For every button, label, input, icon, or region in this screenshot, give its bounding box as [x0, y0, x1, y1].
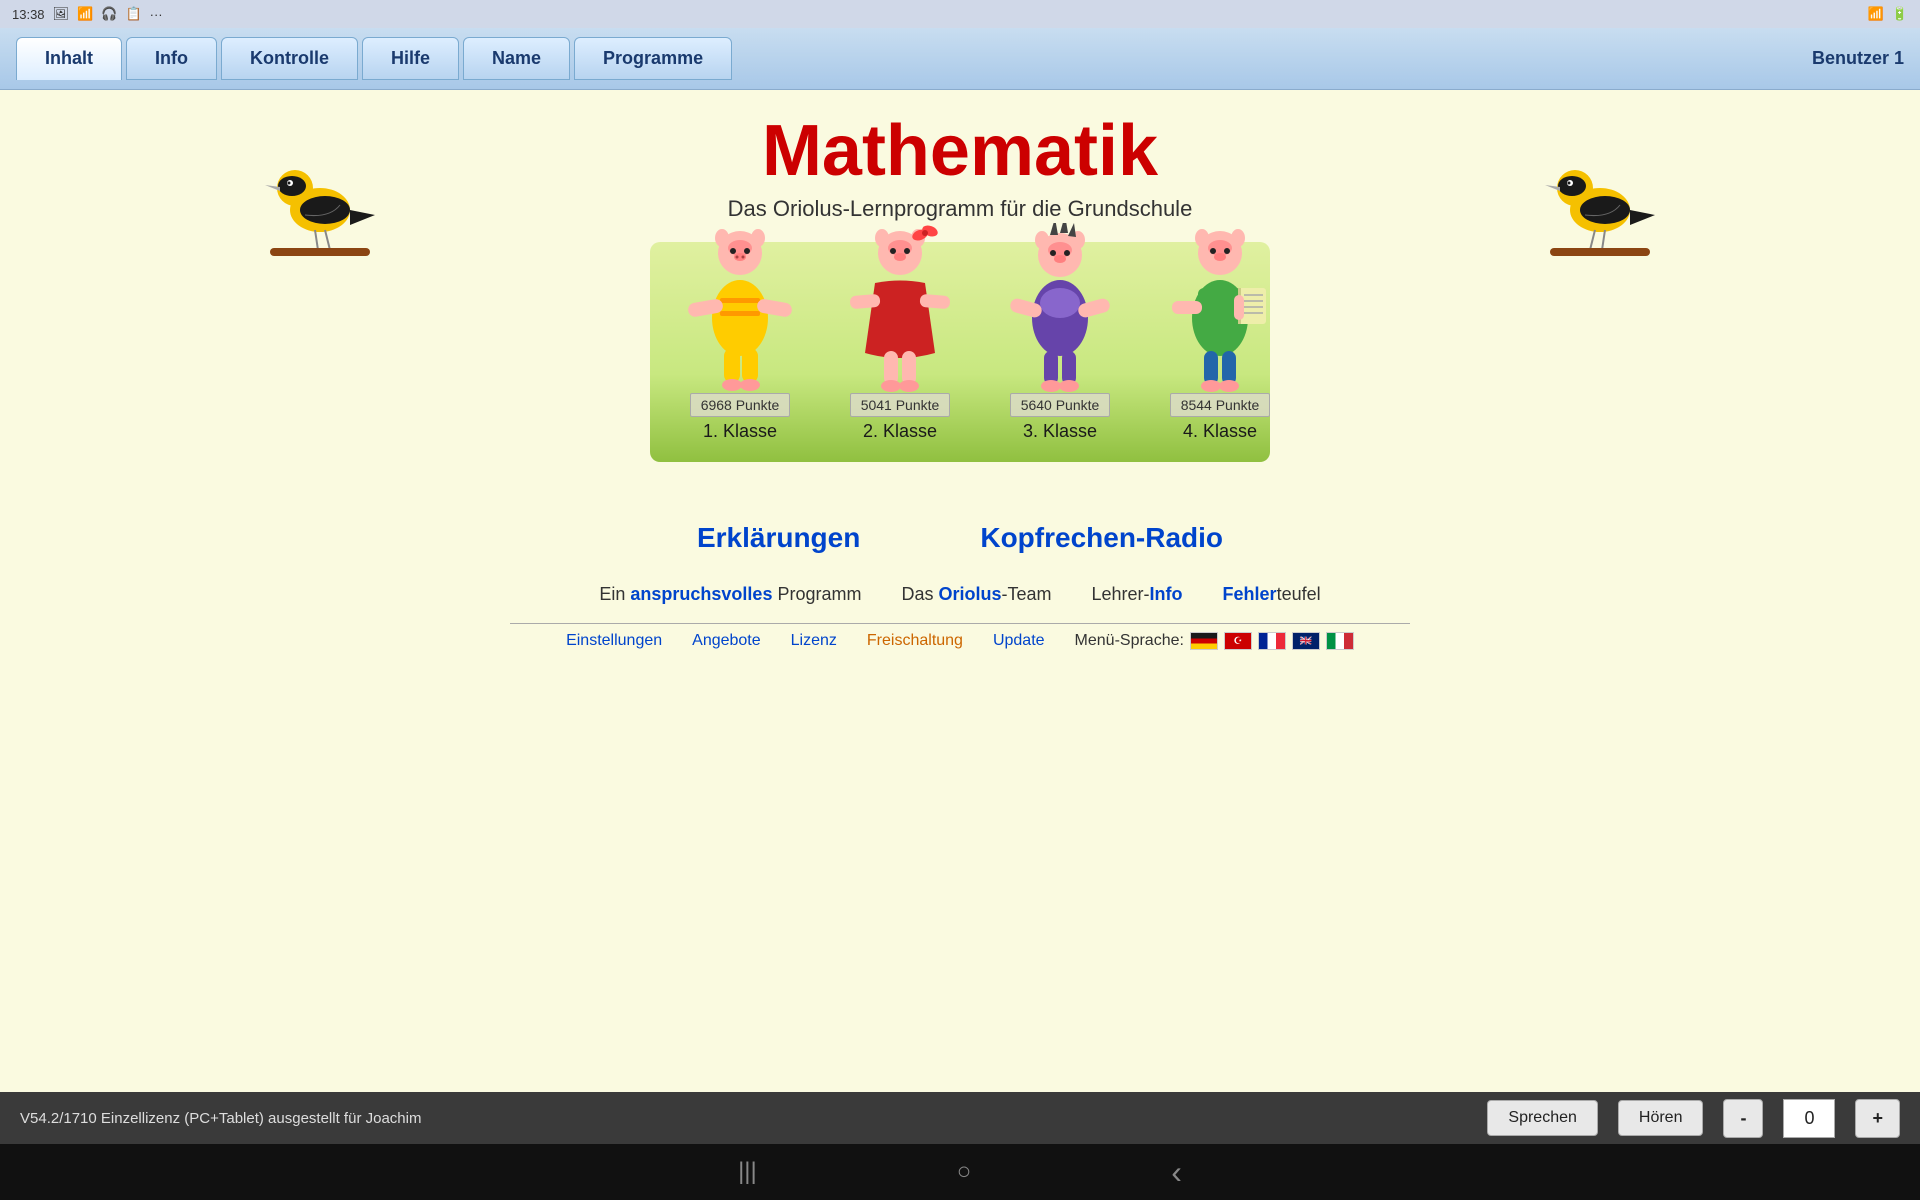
klasse-section: 6968 Punkte 1. Klasse — [650, 242, 1270, 462]
sprechen-button[interactable]: Sprechen — [1487, 1100, 1598, 1136]
klasse-2-item[interactable]: 5041 Punkte 2. Klasse — [820, 213, 980, 452]
klasse-4-punkte: 8544 Punkte — [1170, 393, 1271, 417]
header-section: Mathematik Das Oriolus-Lernprogramm für … — [0, 110, 1920, 222]
klasse-2-punkte: 5041 Punkte — [850, 393, 951, 417]
flag-french[interactable] — [1258, 632, 1286, 650]
nav-tabs: Inhalt Info Kontrolle Hilfe Name Program… — [16, 37, 1812, 80]
klasse-3-label: 3. Klasse — [1023, 421, 1097, 442]
das-text: Das Oriolus-Team — [901, 584, 1051, 605]
status-bar: 13:38 🖼 📶 🎧 📋 ··· 📶 🔋 — [0, 0, 1920, 28]
android-home-btn[interactable]: ○ — [957, 1158, 972, 1186]
oriolus-link[interactable]: Oriolus — [938, 584, 1001, 604]
tab-info[interactable]: Info — [126, 37, 217, 80]
lehrer-info-link[interactable]: Info — [1150, 584, 1183, 604]
freischaltung-link[interactable]: Freischaltung — [867, 632, 963, 650]
tab-kontrolle[interactable]: Kontrolle — [221, 37, 358, 80]
klasse-4-label: 4. Klasse — [1183, 421, 1257, 442]
klasse-3-punkte: 5640 Punkte — [1010, 393, 1111, 417]
app-title: Mathematik — [728, 110, 1193, 192]
user-display: Benutzer 1 — [1812, 48, 1904, 69]
klasse-4-item[interactable]: 8544 Punkte 4. Klasse — [1140, 213, 1300, 452]
settings-bar: Einstellungen Angebote Lizenz Freischalt… — [566, 632, 1354, 650]
divider — [510, 623, 1410, 624]
menu-sprache: Menü-Sprache: ☪ 🇬🇧 — [1075, 632, 1354, 650]
pig-1-svg — [680, 223, 800, 393]
main-content: Mathematik Das Oriolus-Lernprogramm für … — [0, 90, 1920, 1092]
bird-left — [260, 110, 380, 275]
header-text: Mathematik Das Oriolus-Lernprogramm für … — [728, 110, 1193, 222]
erklaerungen-link[interactable]: Erklärungen — [697, 522, 860, 554]
battery-icon: 🔋 — [1892, 6, 1908, 22]
kopfrechen-link[interactable]: Kopfrechen-Radio — [980, 522, 1223, 554]
update-link[interactable]: Update — [993, 632, 1045, 650]
lizenz-link[interactable]: Lizenz — [791, 632, 837, 650]
klasse-landscape: 6968 Punkte 1. Klasse — [650, 242, 1270, 462]
plus-button[interactable]: + — [1855, 1099, 1900, 1138]
wifi-icon: 📶 — [1868, 6, 1884, 22]
klasse-1-item[interactable]: 6968 Punkte 1. Klasse — [660, 213, 820, 452]
tab-programme[interactable]: Programme — [574, 37, 732, 80]
clipboard-icon: 📋 — [125, 6, 141, 22]
einstellungen-link[interactable]: Einstellungen — [566, 632, 662, 650]
bird-right — [1540, 110, 1660, 275]
headset-icon: 🎧 — [101, 6, 117, 22]
android-back-btn[interactable]: ‹ — [1171, 1154, 1182, 1191]
klasse-3-item[interactable]: 5640 Punkte 3. Klasse — [980, 213, 1140, 452]
dots-icon: ··· — [150, 7, 163, 22]
time-display: 13:38 — [12, 7, 45, 22]
klasse-1-punkte: 6968 Punkte — [690, 393, 791, 417]
tab-hilfe[interactable]: Hilfe — [362, 37, 459, 80]
hoeren-button[interactable]: Hören — [1618, 1100, 1704, 1136]
pig-2-svg — [840, 223, 960, 393]
photo-icon: 🖼 — [53, 6, 70, 22]
anspruchsvoll-link[interactable]: anspruchsvolles — [630, 584, 772, 604]
ein-text: Ein anspruchsvolles Programm — [599, 584, 861, 605]
fehlerteufel-text: Fehlerteufel — [1223, 584, 1321, 605]
signal-icon: 📶 — [77, 6, 93, 22]
license-text: V54.2/1710 Einzellizenz (PC+Tablet) ausg… — [20, 1110, 1467, 1127]
android-menu-btn[interactable]: ||| — [738, 1158, 757, 1186]
fehler-link[interactable]: Fehler — [1223, 584, 1277, 604]
tab-inhalt[interactable]: Inhalt — [16, 37, 122, 80]
flag-turkish[interactable]: ☪ — [1224, 632, 1252, 650]
counter-display: 0 — [1783, 1099, 1835, 1138]
lehrer-text: Lehrer-Info — [1092, 584, 1183, 605]
minus-button[interactable]: - — [1723, 1099, 1763, 1138]
menu-sprache-label: Menü-Sprache: — [1075, 632, 1184, 650]
pig-3-svg — [1000, 223, 1120, 393]
nav-bar: Inhalt Info Kontrolle Hilfe Name Program… — [0, 28, 1920, 90]
klasse-2-label: 2. Klasse — [863, 421, 937, 442]
klasse-1-label: 1. Klasse — [703, 421, 777, 442]
android-nav: ||| ○ ‹ — [0, 1144, 1920, 1200]
flag-german[interactable] — [1190, 632, 1218, 650]
links-section: Erklärungen Kopfrechen-Radio — [697, 522, 1223, 554]
angebote-link[interactable]: Angebote — [692, 632, 761, 650]
flag-italian[interactable] — [1326, 632, 1354, 650]
flag-uk[interactable]: 🇬🇧 — [1292, 632, 1320, 650]
pig-4-svg — [1160, 223, 1280, 393]
bottom-bar: V54.2/1710 Einzellizenz (PC+Tablet) ausg… — [0, 1092, 1920, 1144]
bottom-info: Ein anspruchsvolles Programm Das Oriolus… — [599, 584, 1320, 605]
tab-name[interactable]: Name — [463, 37, 570, 80]
